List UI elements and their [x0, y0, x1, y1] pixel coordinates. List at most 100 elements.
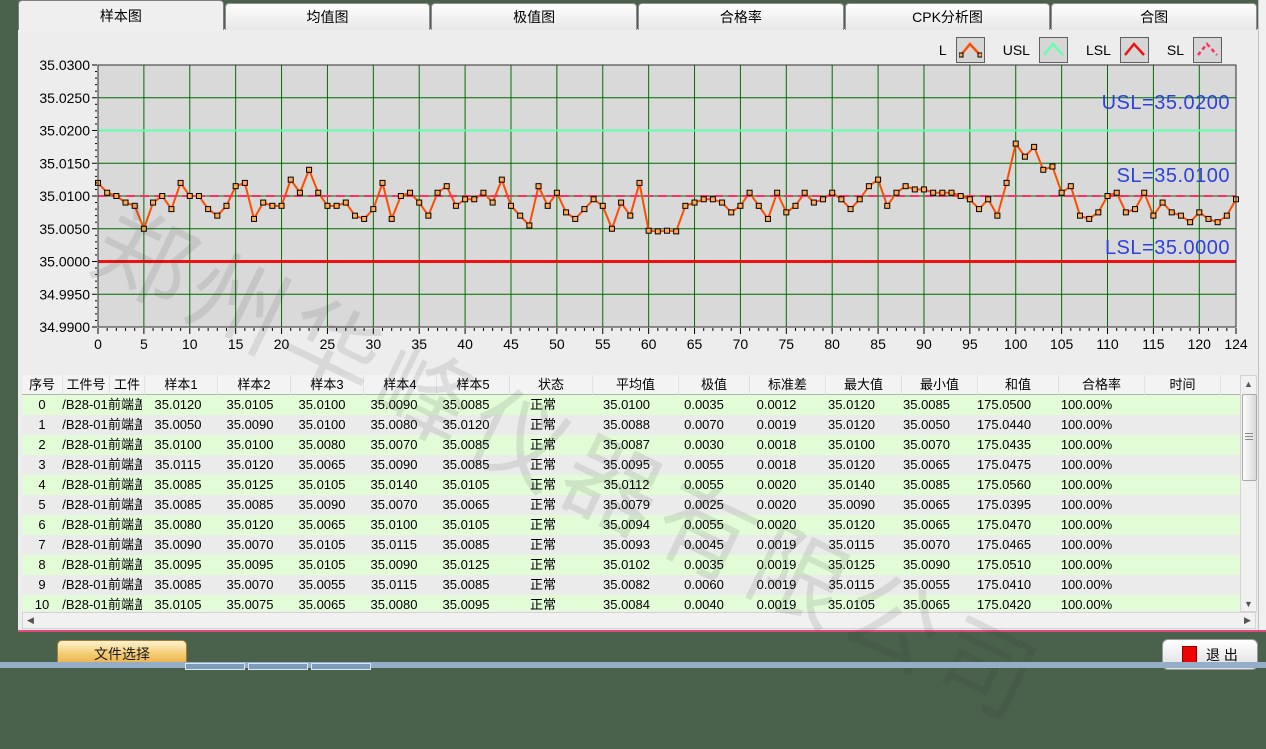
- vertical-scroll-thumb[interactable]: [1242, 394, 1257, 481]
- scroll-right-icon[interactable]: ▶: [1240, 613, 1255, 628]
- cell: 0.0018: [739, 455, 814, 475]
- cell: 35.0120: [814, 455, 889, 475]
- table-row[interactable]: 1/B28-01前端盖35.005035.009035.010035.00803…: [22, 415, 1240, 435]
- table-row[interactable]: 4/B28-01前端盖35.008535.012535.010535.01403…: [22, 475, 1240, 495]
- cell: 35.0088: [584, 415, 669, 435]
- cell: 前端盖: [108, 595, 142, 611]
- table-row[interactable]: 6/B28-01前端盖35.008035.012035.006535.01003…: [22, 515, 1240, 535]
- cell: 35.0100: [358, 515, 430, 535]
- cell: [1204, 475, 1240, 495]
- cell: [1204, 555, 1240, 575]
- cell: 前端盖: [108, 475, 142, 495]
- cell: 35.0100: [814, 435, 889, 455]
- cell: 35.0100: [214, 435, 286, 455]
- cell: 35.0055: [286, 575, 358, 595]
- svg-text:70: 70: [733, 336, 749, 352]
- cell: 0.0060: [669, 575, 739, 595]
- cell: 175.0420: [964, 595, 1044, 611]
- cell: 35.0065: [286, 595, 358, 611]
- table-row[interactable]: 7/B28-01前端盖35.009035.007035.010535.01153…: [22, 535, 1240, 555]
- column-header: 和值: [978, 375, 1059, 395]
- cell: 0.0070: [669, 415, 739, 435]
- svg-text:124: 124: [1224, 336, 1248, 352]
- cell: 0.0018: [739, 435, 814, 455]
- cell: 35.0079: [584, 495, 669, 515]
- taskbar-button[interactable]: [248, 663, 308, 670]
- cell: 35.0070: [889, 535, 964, 555]
- cell: 正常: [502, 515, 584, 535]
- taskbar-button[interactable]: [185, 663, 245, 670]
- svg-text:80: 80: [824, 336, 840, 352]
- cell: [1204, 595, 1240, 611]
- table-row[interactable]: 5/B28-01前端盖35.008535.008535.009035.00703…: [22, 495, 1240, 515]
- thumb-grip-icon: [1245, 433, 1253, 441]
- tab-pass-rate[interactable]: 合格率: [638, 3, 844, 30]
- svg-text:30: 30: [366, 336, 382, 352]
- cell: 175.0510: [964, 555, 1044, 575]
- cell: 175.0435: [964, 435, 1044, 455]
- legend-swatch-usl: [1039, 37, 1068, 63]
- taskbar-button[interactable]: [311, 663, 371, 670]
- table-row[interactable]: 9/B28-01前端盖35.008535.007035.005535.01153…: [22, 575, 1240, 595]
- scroll-left-icon[interactable]: ◀: [23, 613, 38, 628]
- cell: 10: [22, 595, 62, 611]
- cell: 5: [22, 495, 62, 515]
- cell: 35.0095: [584, 455, 669, 475]
- table-horizontal-scrollbar[interactable]: ◀ ▶: [22, 612, 1256, 629]
- column-header: 合格率: [1059, 375, 1145, 395]
- cell: 35.0093: [584, 535, 669, 555]
- cell: 35.0085: [430, 455, 502, 475]
- cell: 35.0090: [286, 495, 358, 515]
- cell: 35.0120: [142, 395, 214, 415]
- cell: 35.0125: [430, 555, 502, 575]
- svg-text:90: 90: [916, 336, 932, 352]
- cell: 35.0120: [814, 515, 889, 535]
- cell: 35.0085: [889, 395, 964, 415]
- svg-text:35: 35: [411, 336, 427, 352]
- cell: 35.0105: [214, 395, 286, 415]
- cell: 35.0090: [142, 535, 214, 555]
- cell: [1204, 515, 1240, 535]
- scroll-down-icon[interactable]: ▼: [1241, 596, 1256, 611]
- column-header: 样本2: [218, 375, 291, 395]
- cell: 0.0019: [739, 415, 814, 435]
- cell: /B28-01: [62, 535, 108, 555]
- cell: [1129, 555, 1204, 575]
- legend-label-sl: SL: [1167, 42, 1184, 58]
- table-vertical-scrollbar[interactable]: ▲ ▼: [1240, 375, 1257, 612]
- legend-series-icon: [959, 41, 982, 59]
- cell: 前端盖: [108, 495, 142, 515]
- scroll-up-icon[interactable]: ▲: [1241, 376, 1256, 391]
- tab-sample-chart[interactable]: 样本图: [18, 0, 224, 30]
- tab-mean-chart[interactable]: 均值图: [225, 3, 431, 30]
- cell: 100.00%: [1044, 455, 1129, 475]
- svg-text:60: 60: [641, 336, 657, 352]
- cell: 35.0105: [142, 595, 214, 611]
- svg-text:35.0100: 35.0100: [39, 188, 90, 204]
- tab-combined-chart[interactable]: 合图: [1051, 3, 1257, 30]
- cell: 35.0084: [584, 595, 669, 611]
- legend-usl-icon: [1042, 41, 1065, 59]
- table-row[interactable]: 10/B28-01前端盖35.010535.007535.006535.0080…: [22, 595, 1240, 611]
- table-row[interactable]: 8/B28-01前端盖35.009535.009535.010535.00903…: [22, 555, 1240, 575]
- cell: /B28-01: [62, 435, 108, 455]
- cell: 35.0065: [889, 455, 964, 475]
- cell: 100.00%: [1044, 535, 1129, 555]
- table-row[interactable]: 0/B28-01前端盖35.012035.010535.010035.00903…: [22, 395, 1240, 415]
- cell: 100.00%: [1044, 435, 1129, 455]
- tab-cpk-analysis[interactable]: CPK分析图: [845, 3, 1051, 30]
- cell: 35.0080: [142, 515, 214, 535]
- tab-range-chart[interactable]: 极值图: [431, 3, 637, 30]
- table-row[interactable]: 3/B28-01前端盖35.011535.012035.006535.00903…: [22, 455, 1240, 475]
- cell: [1204, 535, 1240, 555]
- cell: 35.0065: [889, 595, 964, 611]
- column-header: 工件: [110, 375, 145, 395]
- cell: 0.0020: [739, 495, 814, 515]
- table-header-row: 序号工件号工件样本1样本2样本3样本4样本5状态平均值极值标准差最大值最小值和值…: [22, 375, 1240, 395]
- cell: /B28-01: [62, 495, 108, 515]
- cell: 35.0070: [214, 575, 286, 595]
- svg-text:34.9950: 34.9950: [39, 286, 90, 302]
- cell: [1129, 495, 1204, 515]
- cell: 前端盖: [108, 575, 142, 595]
- table-row[interactable]: 2/B28-01前端盖35.010035.010035.008035.00703…: [22, 435, 1240, 455]
